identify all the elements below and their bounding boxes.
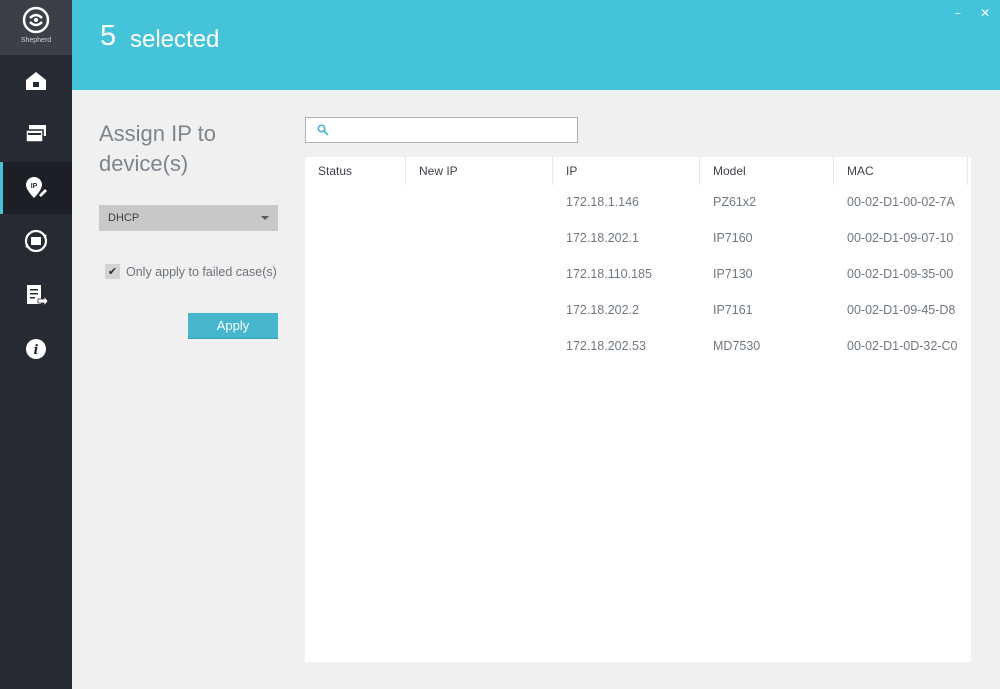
svg-text:i: i <box>34 343 39 358</box>
cell-ip: 172.18.202.2 <box>566 303 639 317</box>
close-button[interactable]: ✕ <box>978 6 992 20</box>
selected-label: selected <box>130 26 220 53</box>
info-icon: i <box>26 339 46 359</box>
ip-mode-value: DHCP <box>108 212 140 224</box>
cell-mac: 00-02-D1-09-45-D8 <box>847 303 956 317</box>
ip-pin-icon: IP <box>26 177 47 198</box>
column-header-model[interactable]: Model <box>700 157 834 185</box>
cell-model: IP7160 <box>713 231 753 245</box>
devices-icon <box>25 125 46 143</box>
failed-only-label[interactable]: Only apply to failed case(s) <box>126 264 277 280</box>
column-header-ip[interactable]: IP <box>553 157 700 185</box>
export-icon <box>27 285 49 308</box>
failed-only-checkbox[interactable]: ✔ <box>105 264 120 279</box>
cell-model: PZ61x2 <box>713 195 757 209</box>
checkmark-icon: ✔ <box>107 265 118 278</box>
app-logo: Shepherd <box>0 0 72 55</box>
cell-ip: 172.18.202.1 <box>566 231 639 245</box>
sidebar-item-devices[interactable] <box>0 108 72 160</box>
column-header-status[interactable]: Status <box>305 157 406 185</box>
cell-ip: 172.18.110.185 <box>566 267 652 281</box>
sidebar-item-export[interactable] <box>0 269 72 321</box>
panel-title-line1: Assign IP to <box>99 121 216 146</box>
cell-model: IP7130 <box>713 267 753 281</box>
cell-model: MD7530 <box>713 339 761 353</box>
cell-ip: 172.18.202.53 <box>566 339 646 353</box>
sidebar-item-info[interactable]: i <box>0 323 72 375</box>
cell-mac: 00-02-D1-09-35-00 <box>847 267 954 281</box>
search-icon <box>317 124 329 136</box>
sync-icon <box>24 229 48 253</box>
panel-title-line2: device(s) <box>99 151 189 176</box>
cell-mac: 00-02-D1-0D-32-C0 <box>847 339 958 353</box>
sidebar: Shepherd IP i <box>0 0 72 689</box>
shepherd-logo-icon <box>22 6 50 34</box>
selected-count: 5 <box>100 20 117 52</box>
ip-mode-dropdown[interactable]: DHCP <box>99 205 278 231</box>
column-header-mac[interactable]: MAC <box>834 157 968 185</box>
device-table: Status New IP IP Model MAC 172.18.1.146 … <box>305 157 971 662</box>
search-box[interactable] <box>305 117 578 143</box>
home-icon <box>26 72 46 90</box>
minimize-button[interactable]: – <box>951 6 965 20</box>
column-header-new-ip[interactable]: New IP <box>406 157 553 185</box>
sidebar-item-home[interactable] <box>0 55 72 107</box>
logo-text: Shepherd <box>20 37 52 44</box>
cell-mac: 00-02-D1-00-02-7A <box>847 195 955 209</box>
cell-mac: 00-02-D1-09-07-10 <box>847 231 954 245</box>
sidebar-item-assign-ip[interactable]: IP <box>0 162 72 214</box>
cell-ip: 172.18.1.146 <box>566 195 639 209</box>
sidebar-item-sync[interactable] <box>0 215 72 267</box>
header-bar: 5 selected – ✕ <box>72 0 1000 90</box>
panel-title: Assign IP to device(s) <box>99 119 289 179</box>
svg-text:IP: IP <box>31 183 38 190</box>
table-header: Status New IP IP Model MAC <box>305 157 971 185</box>
chevron-down-icon <box>261 216 269 220</box>
search-input[interactable] <box>334 121 574 141</box>
cell-model: IP7161 <box>713 303 753 317</box>
apply-button[interactable]: Apply <box>188 313 278 339</box>
